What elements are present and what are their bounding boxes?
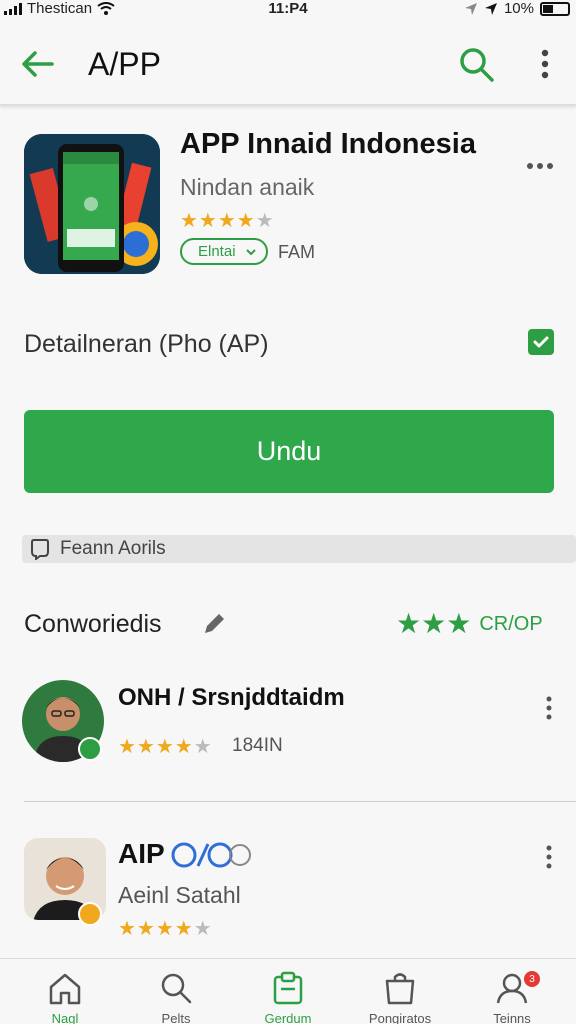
- app-bar: A/PP: [0, 20, 576, 106]
- battery-icon: [540, 1, 570, 16]
- nav-label-shop: Pongiratos: [368, 1011, 432, 1024]
- more-horizontal-icon: [527, 163, 553, 169]
- pill-label: Elntai: [198, 243, 236, 260]
- search-icon: [161, 973, 192, 1004]
- nav-label-search: Pelts: [161, 1011, 191, 1024]
- nav-item-shop[interactable]: Pongiratos: [350, 959, 450, 1024]
- more-options-button[interactable]: [530, 44, 560, 84]
- nav-item-clipboard[interactable]: Gerdum: [238, 959, 338, 1024]
- edit-button[interactable]: [200, 610, 228, 638]
- nav-label-clipboard: Gerdum: [264, 1011, 312, 1024]
- detail-label: Detailneran (Pho (AP): [24, 330, 269, 358]
- section-rating-stars: ★★★: [396, 608, 472, 639]
- arrow-left-icon: [22, 51, 54, 77]
- info-banner[interactable]: Feann Aorils: [22, 535, 576, 563]
- back-button[interactable]: [18, 44, 58, 84]
- search-button[interactable]: [456, 44, 496, 84]
- search-icon: [460, 48, 494, 82]
- section-rating: ★★★ CR/OP: [396, 610, 543, 638]
- nav-item-search[interactable]: Pelts: [126, 959, 226, 1024]
- shopping-bag-icon: [385, 973, 415, 1005]
- section-rating-label: CR/OP: [479, 612, 543, 635]
- section-title: Conworiedis: [24, 610, 162, 638]
- review-more-button[interactable]: [539, 842, 559, 872]
- checkmark-icon: [533, 336, 549, 348]
- download-button-label: Undu: [256, 436, 322, 466]
- bottom-navigation: Nagl Pelts Gerdum Pongiratos 3 Teinns: [0, 958, 576, 1024]
- notification-badge: 3: [524, 971, 540, 987]
- nav-label-home: Nagl: [51, 1011, 79, 1024]
- app-name: APP Innaid Indonesia: [180, 128, 476, 160]
- verified-badge-icon: [78, 737, 102, 761]
- time-label: FAM: [278, 242, 316, 262]
- reviewer-name: ONH / Srsnjddtaidm: [118, 684, 345, 711]
- more-vertical-icon: [546, 696, 552, 720]
- pencil-icon: [205, 614, 224, 633]
- more-vertical-icon: [541, 49, 549, 79]
- battery-percent: 10%: [503, 0, 534, 17]
- location-icon: [464, 2, 477, 15]
- home-icon: [49, 973, 81, 1005]
- review-divider: [24, 801, 576, 802]
- app-logo-phone-icon: [24, 134, 160, 274]
- developer-name[interactable]: Nindan anaik: [180, 174, 314, 201]
- nav-item-profile[interactable]: 3 Teinns: [462, 959, 562, 1024]
- achievement-badge-icon: [78, 902, 102, 926]
- reviewer-subtitle: Aeinl Satahl: [118, 882, 241, 908]
- app-more-button[interactable]: [524, 154, 556, 178]
- nav-label-profile: Teinns: [493, 1011, 531, 1024]
- bookmark-icon: [31, 539, 49, 560]
- review-rating-stars: ★★★★★: [118, 918, 213, 940]
- category-pill[interactable]: Elntai: [180, 238, 268, 265]
- download-button[interactable]: Undu: [24, 410, 554, 493]
- navigation-icon: [484, 2, 497, 15]
- more-vertical-icon: [546, 845, 552, 869]
- status-bar: Thestican 11:P4 10%: [0, 0, 576, 18]
- app-rating-stars: ★★★★★: [180, 210, 275, 232]
- app-icon: [24, 134, 160, 274]
- chevron-down-icon: [245, 248, 256, 255]
- reviewer-name: AIP: [118, 838, 165, 869]
- review-meta: 184IN: [232, 735, 283, 756]
- sync-icon: [171, 842, 251, 868]
- status-right: 10%: [464, 0, 570, 17]
- banner-text: Feann Aorils: [60, 538, 166, 559]
- page-title: A/PP: [88, 46, 161, 82]
- review-rating-stars: ★★★★★: [118, 736, 213, 758]
- nav-item-home[interactable]: Nagl: [15, 959, 115, 1024]
- detail-checkbox[interactable]: [528, 329, 554, 355]
- clipboard-icon: [273, 971, 303, 1005]
- review-more-button[interactable]: [539, 693, 559, 723]
